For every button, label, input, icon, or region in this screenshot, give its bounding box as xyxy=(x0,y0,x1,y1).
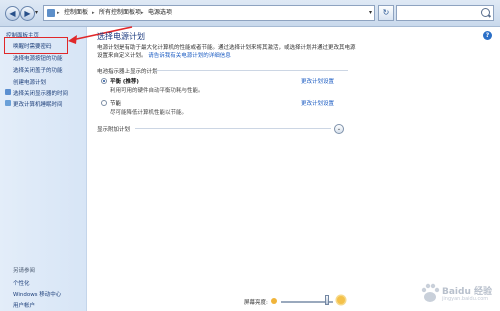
watermark: Baidu 经验 jingyan.baidu.com xyxy=(420,282,492,308)
address-dropdown-icon[interactable]: ▾ xyxy=(369,6,372,20)
monitor-icon xyxy=(5,89,11,95)
sidebar: 控制面板主页 唤醒时需要密码 选择电源按钮的功能 选择关闭盖子的功能 创建电源计… xyxy=(0,27,87,311)
plan-balanced-radio[interactable] xyxy=(101,78,107,84)
sidebar-item-power-button[interactable]: 选择电源按钮的功能 xyxy=(13,54,63,62)
sidebar-item-display-off[interactable]: 选择关闭显示器的时间 xyxy=(13,89,68,97)
baidu-paw-logo xyxy=(421,283,440,302)
back-button[interactable]: ◀ xyxy=(5,6,20,21)
brightness-slider-thumb[interactable] xyxy=(324,295,329,305)
breadcrumb-separator-icon: ▸ xyxy=(141,10,144,16)
section-battery-plans: 电池指示器上显示的计划 xyxy=(97,69,158,75)
search-icon xyxy=(481,8,490,17)
sidebar-item-lid-close[interactable]: 选择关闭盖子的功能 xyxy=(13,66,63,74)
help-icon[interactable]: ? xyxy=(483,31,492,40)
plan-balanced-name[interactable]: 平衡 (推荐) xyxy=(110,77,139,85)
address-bar[interactable]: ▸ 控制面板 ▸ 所有控制面板项 ▸ 电源选项 ▾ xyxy=(43,5,375,21)
sidebar-item-create-plan[interactable]: 创建电源计划 xyxy=(13,78,46,86)
breadcrumb-separator-icon: ▸ xyxy=(92,10,95,16)
sidebar-item-personalization[interactable]: 个性化 xyxy=(13,279,30,287)
breadcrumb-control-panel[interactable]: 控制面板 xyxy=(64,6,88,20)
section-divider xyxy=(135,128,331,129)
brightness-label: 屏幕亮度: xyxy=(244,300,268,306)
sleep-icon xyxy=(5,100,11,106)
plan-balanced-desc: 利用可用的硬件自动平衡功耗与性能。 xyxy=(110,88,204,94)
section-divider xyxy=(155,70,348,71)
page-description: 电源计划是有助于最大化计算机的性能或者节能。通过选择计划来将其激活，或选择计划并… xyxy=(97,45,357,60)
power-plan-info-link[interactable]: 请告诉我有关电源计划的详细信息 xyxy=(148,53,231,59)
main-content: ? 选择电源计划 电源计划是有助于最大化计算机的性能或者节能。通过选择计划来将其… xyxy=(87,27,500,311)
page-title: 选择电源计划 xyxy=(97,32,145,41)
plan-power-saver-radio[interactable] xyxy=(101,100,107,106)
brightness-low-icon xyxy=(271,298,277,304)
address-toolbar: ◀ ▶ ▾ ▸ 控制面板 ▸ 所有控制面板项 ▸ 电源选项 ▾ ↻ xyxy=(0,0,500,27)
breadcrumb-power-options[interactable]: 电源选项 xyxy=(148,6,172,20)
sidebar-item-sleep-time[interactable]: 更改计算机睡眠时间 xyxy=(13,100,63,108)
control-panel-icon xyxy=(47,9,55,17)
sidebar-item-mobility-center[interactable]: Windows 移动中心 xyxy=(13,290,61,298)
plan-balanced-settings-link[interactable]: 更改计划设置 xyxy=(301,77,334,85)
sidebar-item-user-accounts[interactable]: 用户帐户 xyxy=(13,301,35,309)
brightness-high-icon xyxy=(337,296,345,304)
recent-pages-dropdown-icon[interactable]: ▾ xyxy=(35,9,38,16)
plan-power-saver-settings-link[interactable]: 更改计划设置 xyxy=(301,99,334,107)
forward-button[interactable]: ▶ xyxy=(20,6,35,21)
plan-power-saver-name[interactable]: 节能 xyxy=(110,99,121,107)
refresh-button[interactable]: ↻ xyxy=(378,5,394,21)
breadcrumb-all-items[interactable]: 所有控制面板项 xyxy=(99,6,141,20)
watermark-url: jingyan.baidu.com xyxy=(442,296,489,302)
breadcrumb-separator-icon: ▸ xyxy=(57,10,60,16)
search-input[interactable] xyxy=(396,5,494,21)
section-additional-plans[interactable]: 显示附加计划 xyxy=(97,125,130,133)
sidebar-item-require-password[interactable]: 唤醒时需要密码 xyxy=(13,42,52,50)
expand-chevron-icon[interactable]: ⌄ xyxy=(334,124,344,134)
plan-power-saver-desc: 尽可能降低计算机性能以节能。 xyxy=(110,110,188,116)
see-also-title: 另请参阅 xyxy=(13,268,36,274)
